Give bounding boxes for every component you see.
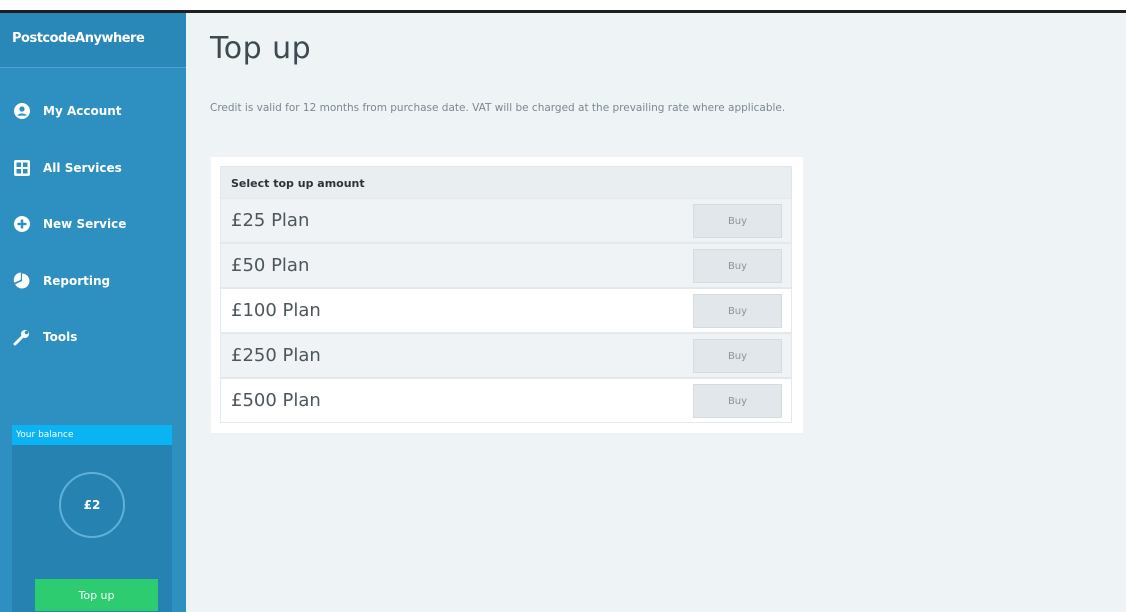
plan-name: £50 Plan — [231, 255, 310, 276]
sidebar-item-my-account[interactable]: My Account — [12, 98, 177, 124]
plan-row: £250 Plan Buy — [220, 333, 792, 378]
plan-row: £100 Plan Buy — [220, 288, 792, 333]
sidebar-item-tools[interactable]: Tools — [12, 324, 177, 350]
buy-button[interactable]: Buy — [693, 204, 782, 238]
grid-icon — [12, 158, 32, 178]
plan-name: £250 Plan — [231, 345, 321, 366]
sidebar-item-new-service[interactable]: New Service — [12, 211, 177, 237]
balance-value: £2 — [83, 498, 101, 512]
balance-heading: Your balance — [12, 425, 172, 445]
sidebar-item-label: My Account — [43, 104, 122, 118]
pie-chart-icon — [12, 271, 32, 291]
buy-button[interactable]: Buy — [693, 339, 782, 373]
plus-circle-icon — [12, 214, 32, 234]
plan-row: £50 Plan Buy — [220, 243, 792, 288]
sidebar-item-label: Reporting — [43, 274, 111, 288]
wrench-icon — [12, 327, 32, 347]
sidebar-item-label: All Services — [43, 161, 122, 175]
plan-name: £100 Plan — [231, 300, 321, 321]
top-up-card: Select top up amount £25 Plan Buy £50 Pl… — [211, 157, 803, 433]
balance-panel: Your balance £2 Top up — [12, 425, 172, 612]
sidebar: PostcodeAnywhere My Account All Services… — [0, 13, 186, 612]
main-content: Top up Credit is valid for 12 months fro… — [186, 13, 1126, 612]
balance-amount: £2 — [59, 472, 125, 538]
top-up-button[interactable]: Top up — [35, 579, 158, 611]
brand-logo[interactable]: PostcodeAnywhere — [0, 13, 186, 68]
sidebar-item-reporting[interactable]: Reporting — [12, 268, 177, 294]
plan-row: £500 Plan Buy — [220, 378, 792, 423]
sidebar-item-label: New Service — [43, 217, 127, 231]
sidebar-item-label: Tools — [43, 330, 78, 344]
plan-name: £25 Plan — [231, 210, 310, 231]
page-title: Top up — [210, 31, 312, 66]
plan-name: £500 Plan — [231, 390, 321, 411]
plan-row: £25 Plan Buy — [220, 198, 792, 243]
buy-button[interactable]: Buy — [693, 384, 782, 418]
intro-text: Credit is valid for 12 months from purch… — [210, 102, 786, 114]
user-circle-icon — [12, 101, 32, 121]
buy-button[interactable]: Buy — [693, 294, 782, 328]
table-header: Select top up amount — [220, 166, 792, 199]
buy-button[interactable]: Buy — [693, 249, 782, 283]
sidebar-item-all-services[interactable]: All Services — [12, 155, 177, 181]
